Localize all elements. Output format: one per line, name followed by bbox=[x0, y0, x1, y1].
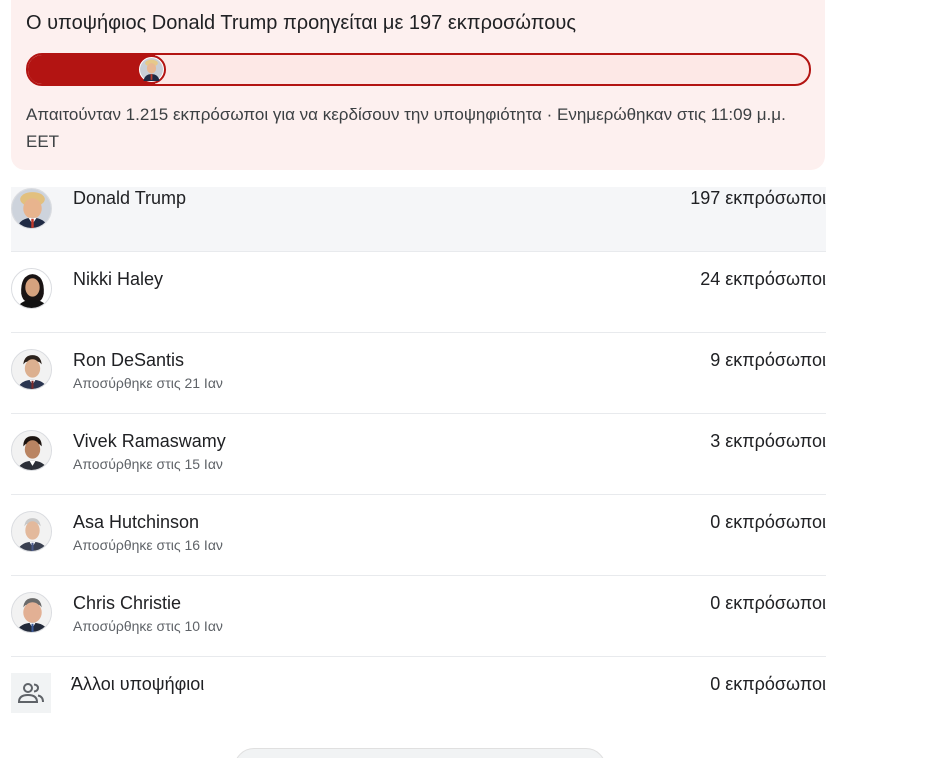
candidate-withdrawal-status: Αποσύρθηκε στις 16 Ιαν bbox=[73, 537, 223, 553]
delegate-progress-bar bbox=[26, 53, 811, 86]
show-more-button[interactable] bbox=[234, 748, 606, 758]
candidate-row[interactable]: Chris Christie Αποσύρθηκε στις 10 Ιαν 0 … bbox=[11, 576, 826, 657]
candidate-name: Asa Hutchinson bbox=[73, 512, 200, 532]
candidate-name: Vivek Ramaswamy bbox=[73, 431, 226, 451]
candidate-withdrawal-status: Αποσύρθηκε στις 15 Ιαν bbox=[73, 456, 223, 472]
leader-headline: Ο υποψήφιος Donald Trump προηγείται με 1… bbox=[26, 12, 576, 34]
candidate-withdrawal-status: Αποσύρθηκε στις 10 Ιαν bbox=[73, 618, 223, 634]
candidate-info: Ron DeSantis Αποσύρθηκε στις 21 Ιαν bbox=[73, 349, 223, 393]
candidate-delegates: 0 εκπρόσωποι bbox=[710, 674, 826, 694]
christie-avatar bbox=[11, 592, 52, 633]
candidate-delegates: 0 εκπρόσωποι bbox=[710, 512, 826, 532]
candidate-row[interactable]: Nikki Haley 24 εκπρόσωποι bbox=[11, 252, 826, 333]
candidate-info: Donald Trump bbox=[73, 187, 186, 209]
candidate-delegates: 3 εκπρόσωποι bbox=[710, 431, 826, 451]
candidate-row[interactable]: Donald Trump 197 εκπρόσωποι bbox=[11, 187, 826, 252]
candidate-delegates: 9 εκπρόσωποι bbox=[710, 350, 826, 370]
candidate-name: Chris Christie bbox=[73, 593, 182, 613]
candidate-withdrawal-status: Αποσύρθηκε στις 21 Ιαν bbox=[73, 375, 223, 391]
page: Ο υποψήφιος Donald Trump προηγείται με 1… bbox=[0, 0, 948, 758]
candidate-name: Donald Trump bbox=[73, 188, 187, 208]
candidate-row[interactable]: Vivek Ramaswamy Αποσύρθηκε στις 15 Ιαν 3… bbox=[11, 414, 826, 495]
summary-subtitle: Απαιτούνταν 1.215 εκπρόσωποι για να κερδ… bbox=[26, 105, 786, 151]
candidate-name: Ron DeSantis bbox=[73, 350, 185, 370]
candidate-info: Vivek Ramaswamy Αποσύρθηκε στις 15 Ιαν bbox=[73, 430, 226, 474]
progress-fill bbox=[28, 55, 155, 84]
candidate-info: Asa Hutchinson Αποσύρθηκε στις 16 Ιαν bbox=[73, 511, 223, 555]
trump-thumb-avatar bbox=[140, 58, 163, 81]
ramaswamy-avatar bbox=[11, 430, 52, 471]
candidate-name: Nikki Haley bbox=[73, 269, 164, 289]
hutchinson-avatar bbox=[11, 511, 52, 552]
candidate-row[interactable]: Άλλοι υποψήφιοι 0 εκπρόσωποι bbox=[11, 657, 826, 737]
leader-avatar-thumb bbox=[137, 55, 166, 84]
summary-card: Ο υποψήφιος Donald Trump προηγείται με 1… bbox=[11, 0, 825, 170]
candidate-name: Άλλοι υποψήφιοι bbox=[71, 674, 205, 694]
candidate-info: Nikki Haley bbox=[73, 268, 163, 290]
candidate-delegates: 24 εκπρόσωποι bbox=[700, 269, 826, 289]
candidate-delegates: 197 εκπρόσωποι bbox=[690, 188, 826, 208]
people-group-icon bbox=[11, 673, 51, 713]
candidate-info: Chris Christie Αποσύρθηκε στις 10 Ιαν bbox=[73, 592, 223, 636]
candidate-row[interactable]: Asa Hutchinson Αποσύρθηκε στις 16 Ιαν 0 … bbox=[11, 495, 826, 576]
candidate-delegates: 0 εκπρόσωποι bbox=[710, 593, 826, 613]
candidate-info: Άλλοι υποψήφιοι bbox=[71, 673, 204, 695]
candidate-list: Donald Trump 197 εκπρόσωποι Nikki Haley … bbox=[11, 187, 826, 737]
desantis-avatar bbox=[11, 349, 52, 390]
trump-avatar bbox=[11, 188, 52, 229]
haley-avatar bbox=[11, 268, 52, 309]
candidate-row[interactable]: Ron DeSantis Αποσύρθηκε στις 21 Ιαν 9 εκ… bbox=[11, 333, 826, 414]
